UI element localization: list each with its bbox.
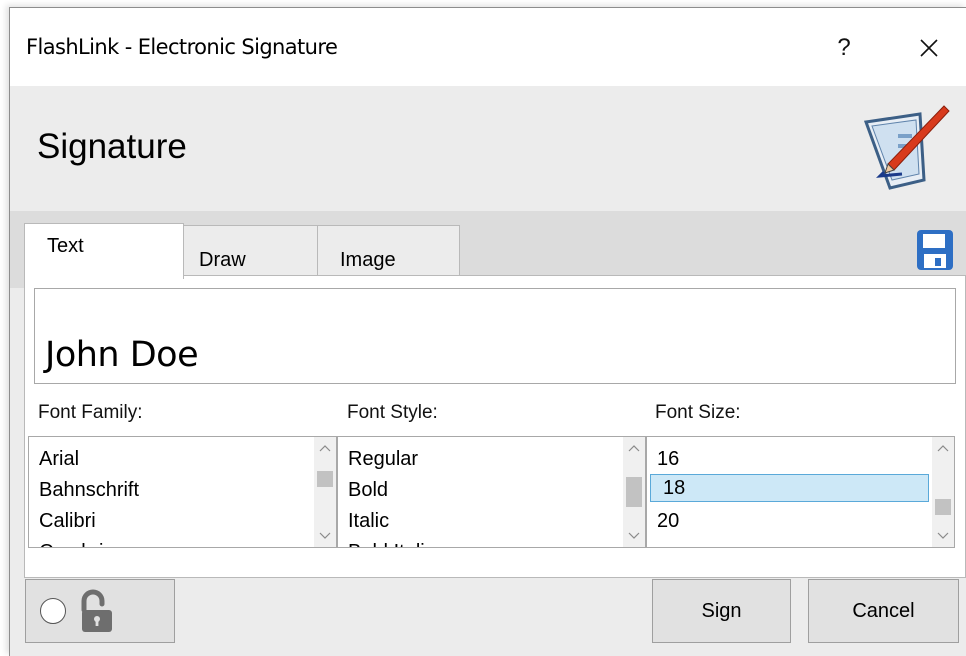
font-family-scrollbar[interactable] [314,437,336,547]
scroll-up-button[interactable] [314,437,336,459]
close-button[interactable] [901,26,957,70]
list-item[interactable]: Bold [348,476,388,504]
font-family-label: Font Family: [38,402,143,423]
cancel-button[interactable]: Cancel [808,579,959,643]
scroll-thumb[interactable] [935,499,951,515]
chevron-up-icon [319,445,331,452]
scroll-down-button[interactable] [932,525,954,547]
lock-toggle-button[interactable] [25,579,175,643]
bottom-bar: Sign Cancel [10,578,966,656]
radio-icon [40,598,66,624]
tab-image-label: Image [340,249,396,271]
list-item-selected[interactable]: 18 [650,474,929,502]
list-item[interactable]: Regular [348,445,418,473]
font-family-list[interactable]: Arial Bahnschrift Calibri Cambria [28,436,337,548]
unlock-icon [81,589,112,632]
signature-preview: John Doe [34,288,956,384]
tab-image[interactable]: Image [317,225,460,280]
tab-text[interactable]: Text [24,223,184,279]
tab-text-label: Text [47,235,84,257]
tab-draw[interactable]: Draw [176,225,319,280]
help-button[interactable]: ? [816,26,872,70]
scroll-up-button[interactable] [623,437,645,459]
close-icon [920,39,938,57]
scroll-down-button[interactable] [623,525,645,547]
dialog-window: FlashLink - Electronic Signature ? Signa… [9,7,966,656]
chevron-down-icon [937,532,949,539]
list-item[interactable]: Bahnschrift [39,476,139,504]
font-style-items: Regular Bold Italic Bold Italic [338,437,623,547]
list-item[interactable]: Bold Italic [348,538,435,547]
window-title: FlashLink - Electronic Signature [26,35,338,59]
list-item[interactable]: 20 [657,507,679,535]
chevron-down-icon [319,532,331,539]
save-disk-icon[interactable] [915,228,955,272]
signature-text: John Doe [45,335,199,375]
font-family-items: Arial Bahnschrift Calibri Cambria [29,437,314,547]
scroll-thumb[interactable] [626,477,642,507]
chevron-up-icon [628,445,640,452]
font-style-list[interactable]: Regular Bold Italic Bold Italic [337,436,646,548]
scroll-thumb[interactable] [317,471,333,487]
chevron-down-icon [628,532,640,539]
title-bar: FlashLink - Electronic Signature ? [10,8,966,86]
list-item[interactable]: Italic [348,507,389,535]
chevron-up-icon [937,445,949,452]
font-size-items: 16 18 20 [647,437,932,547]
font-size-scrollbar[interactable] [932,437,954,547]
header-area: Signature [10,86,966,211]
font-size-list[interactable]: 16 18 20 [646,436,955,548]
list-item[interactable]: Cambria [39,538,115,547]
list-item[interactable]: Calibri [39,507,96,535]
list-item[interactable]: Arial [39,445,79,473]
font-style-scrollbar[interactable] [623,437,645,547]
text-tab-panel: John Doe Font Family: Font Style: Font S… [24,275,966,578]
signature-pen-icon [863,105,950,190]
scroll-up-button[interactable] [932,437,954,459]
font-style-label: Font Style: [347,402,438,423]
font-size-label: Font Size: [655,402,741,423]
list-item[interactable]: 16 [657,445,679,473]
page-title: Signature [37,127,187,166]
tab-draw-label: Draw [199,249,246,271]
sign-button[interactable]: Sign [652,579,791,643]
scroll-down-button[interactable] [314,525,336,547]
